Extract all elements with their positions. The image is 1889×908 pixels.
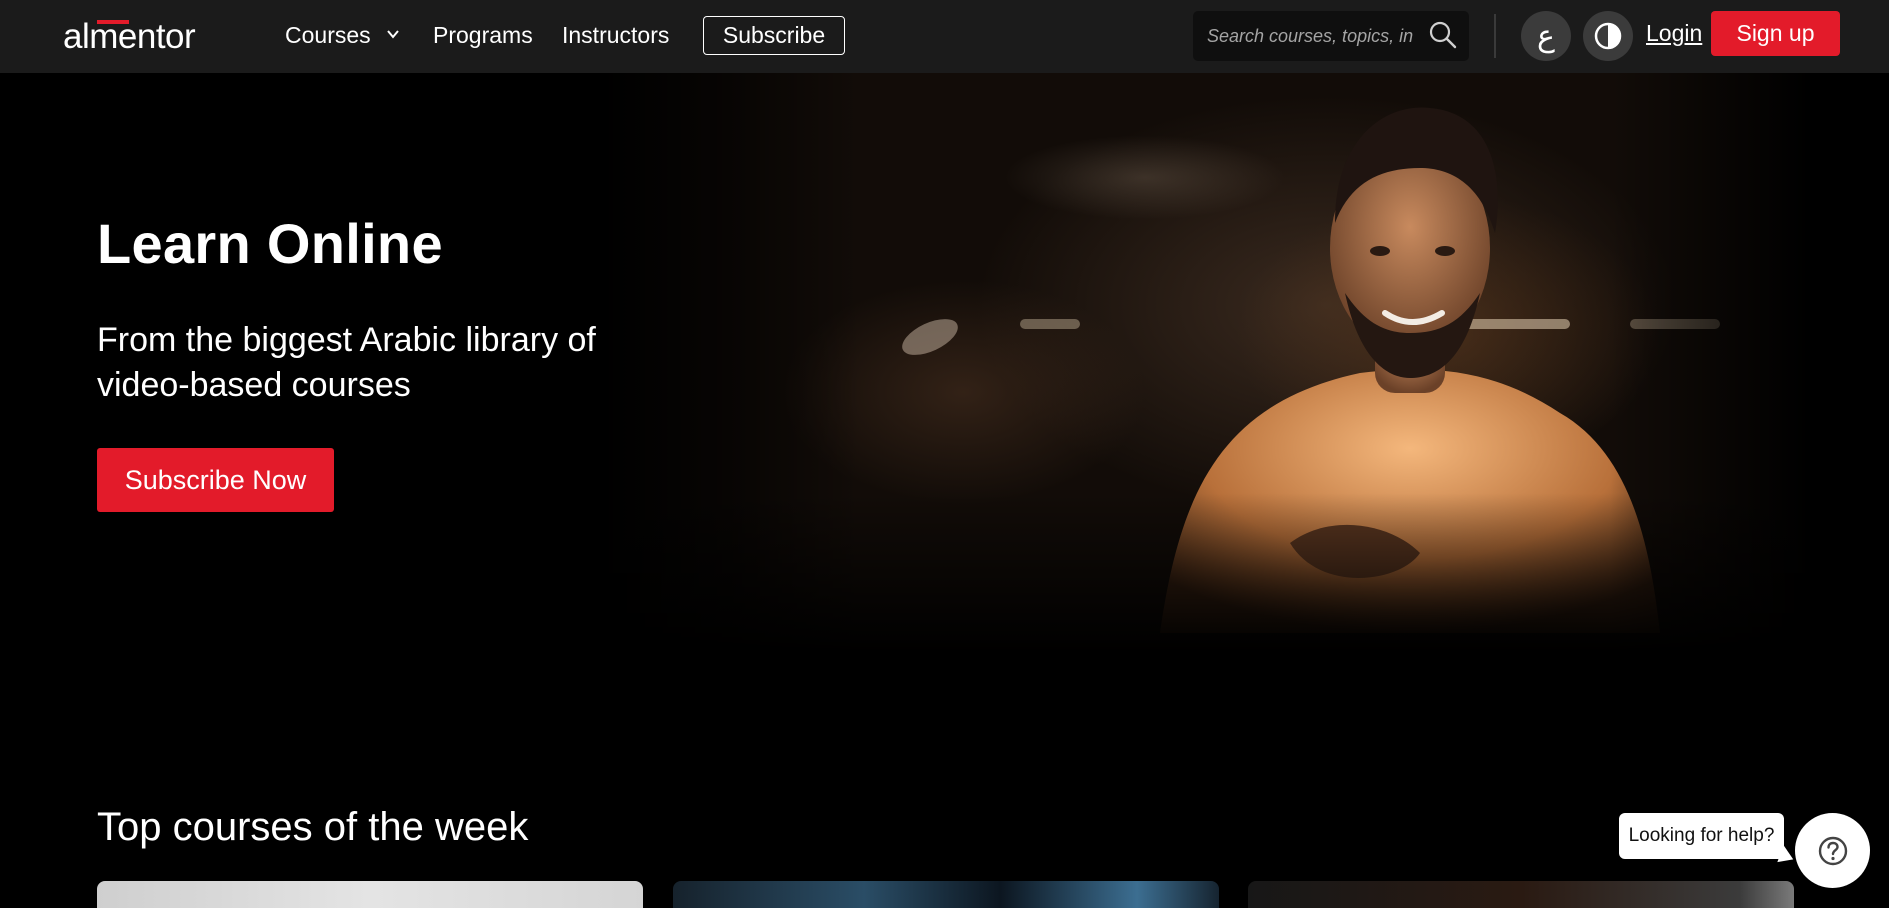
hero-instructor-image	[600, 73, 1810, 653]
logo-accent-bar	[97, 20, 129, 24]
arabic-language-icon: ع	[1537, 18, 1555, 54]
signup-button[interactable]: Sign up	[1711, 11, 1840, 56]
nav-divider	[1494, 14, 1496, 58]
courses-menu[interactable]: Courses	[285, 20, 399, 50]
help-icon	[1818, 836, 1847, 865]
language-toggle-button[interactable]: ع	[1521, 11, 1571, 61]
help-bubble[interactable]: Looking for help?	[1619, 813, 1784, 859]
course-card[interactable]	[673, 881, 1219, 908]
nav-subscribe-button[interactable]: Subscribe	[703, 16, 845, 55]
help-button[interactable]	[1795, 813, 1870, 888]
help-bubble-text: Looking for help?	[1628, 825, 1775, 846]
course-card[interactable]	[1248, 881, 1794, 908]
programs-link[interactable]: Programs	[433, 20, 533, 50]
search-icon[interactable]	[1428, 20, 1458, 50]
hero-fade-bottom	[600, 493, 1810, 653]
subscribe-now-button[interactable]: Subscribe Now	[97, 448, 334, 512]
theme-toggle-button[interactable]	[1583, 11, 1633, 61]
hero-title: Learn Online	[97, 212, 443, 275]
top-navbar: almentor Courses Programs Instructors Su…	[0, 0, 1889, 73]
hero-subtitle: From the biggest Arabic library of video…	[97, 321, 596, 404]
theme-toggle-icon	[1594, 22, 1622, 50]
instructors-link[interactable]: Instructors	[562, 20, 669, 50]
login-link[interactable]: Login	[1646, 18, 1702, 48]
search-input[interactable]	[1193, 11, 1415, 61]
course-card[interactable]	[97, 881, 643, 908]
chevron-down-icon	[387, 30, 399, 39]
top-courses-title: Top courses of the week	[97, 805, 529, 849]
courses-menu-label: Courses	[285, 22, 371, 48]
almentor-logo[interactable]: almentor	[63, 17, 196, 57]
